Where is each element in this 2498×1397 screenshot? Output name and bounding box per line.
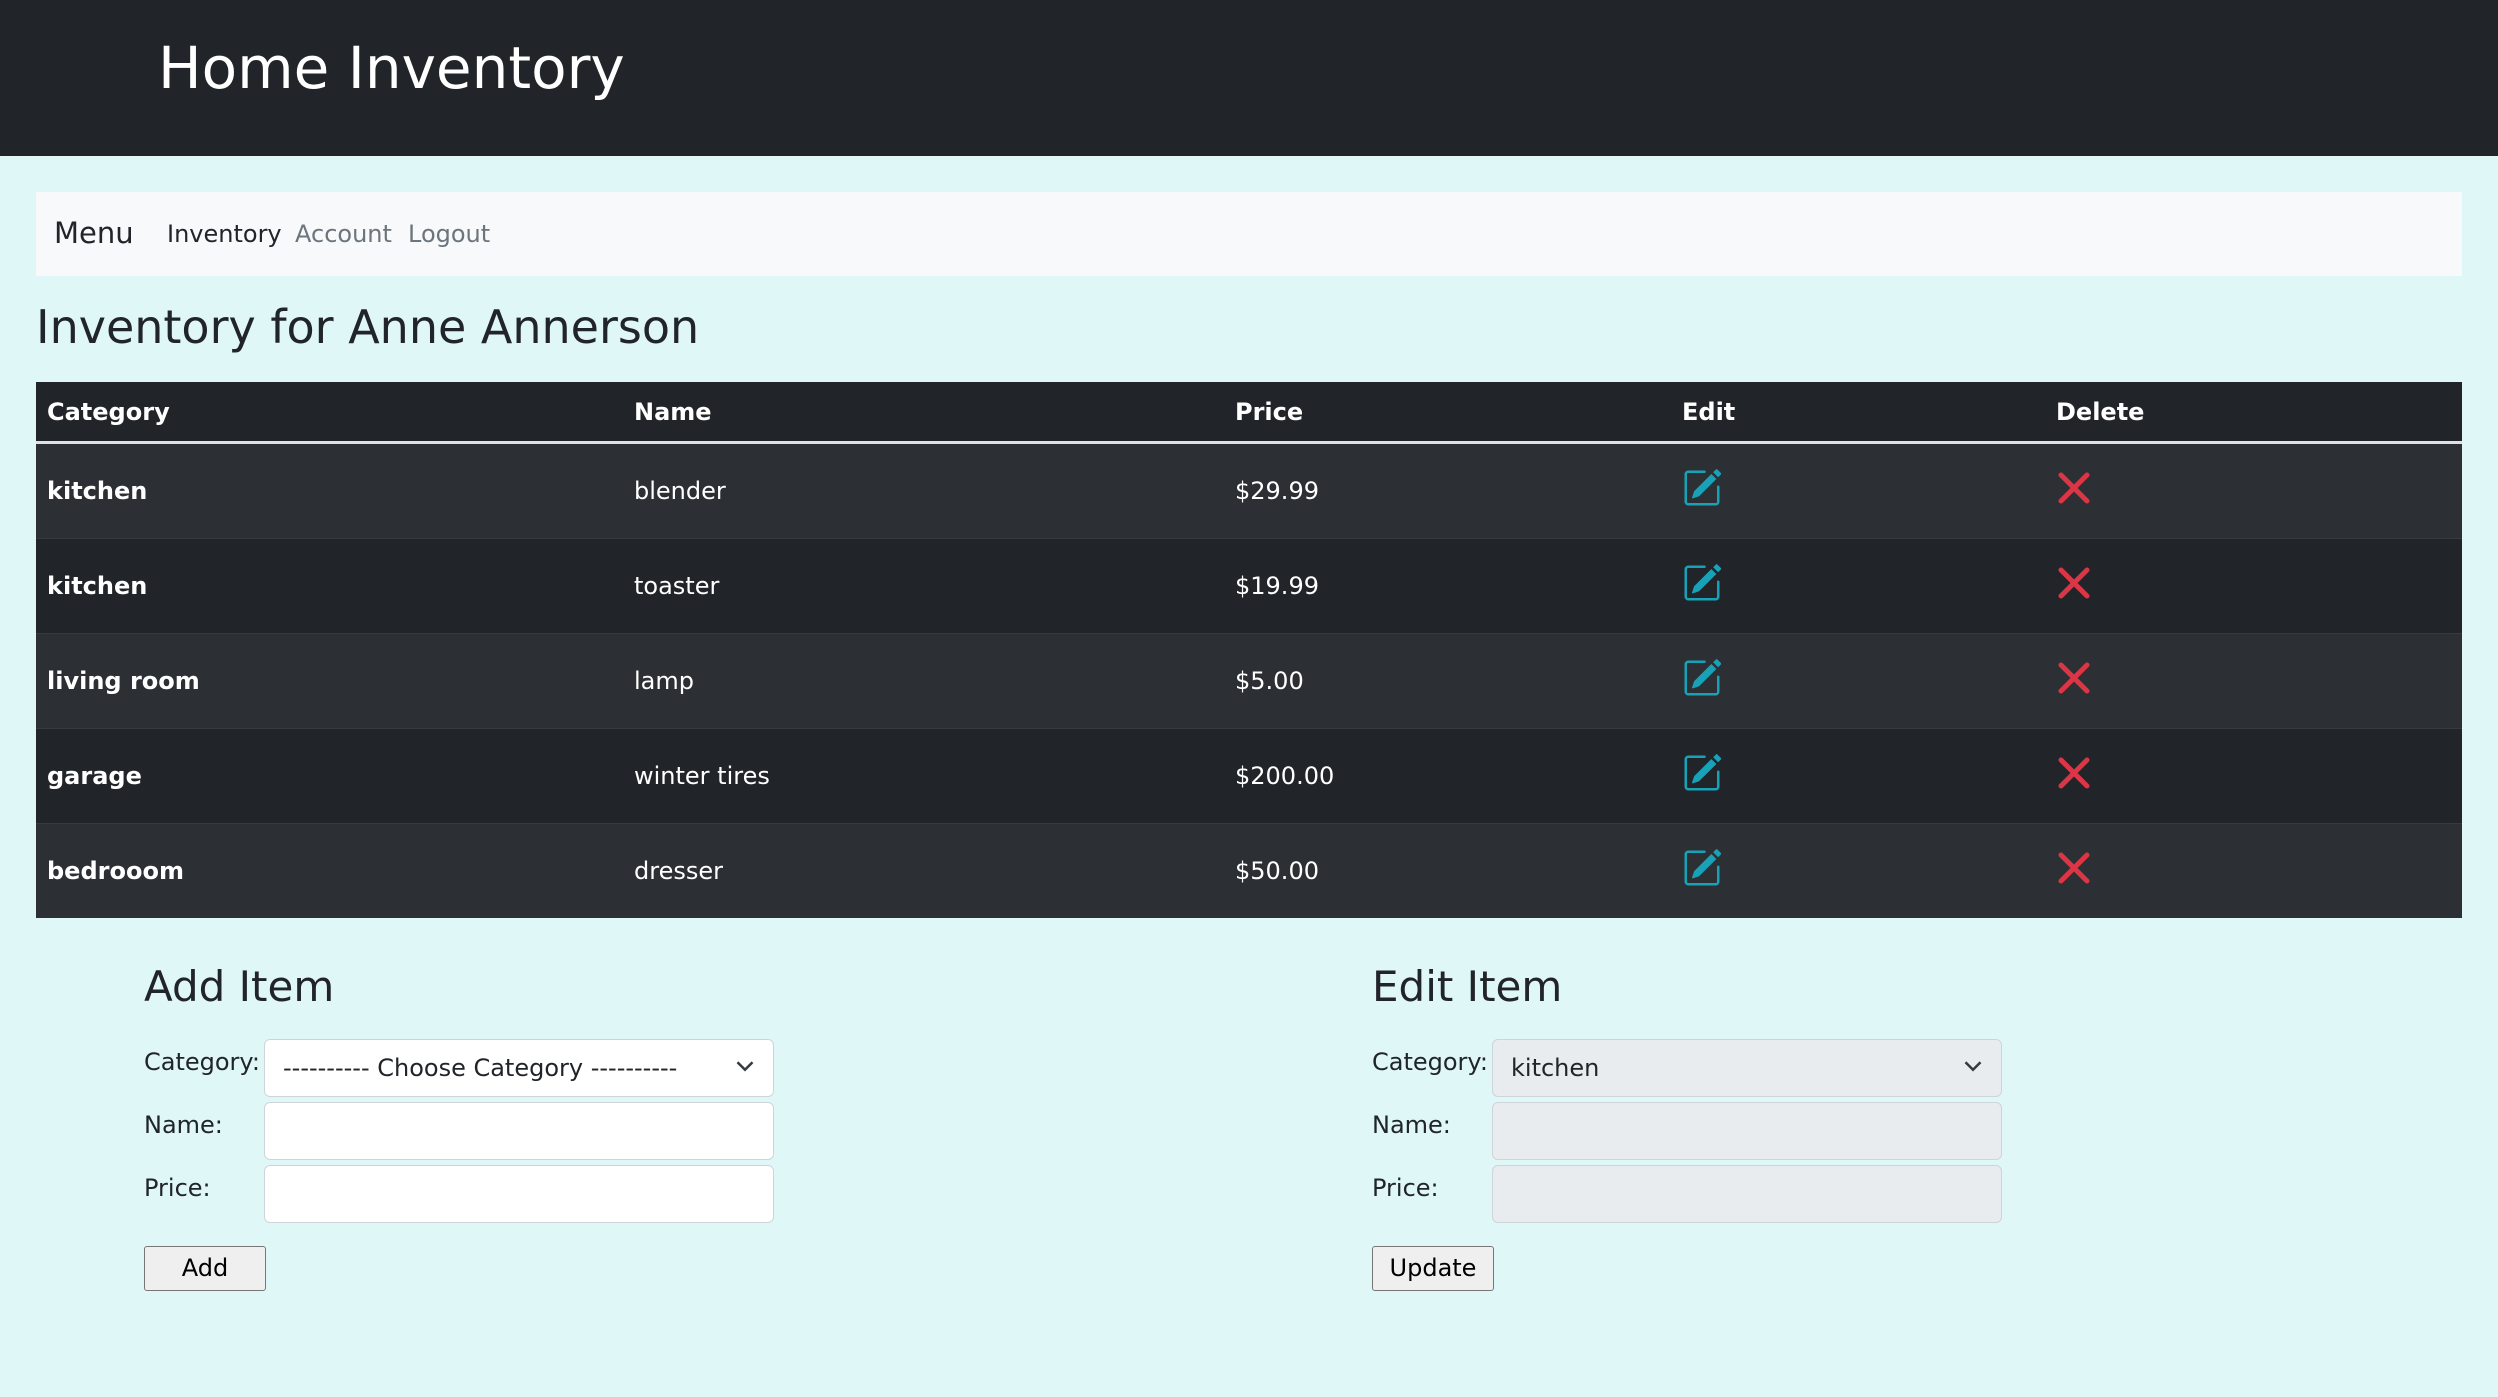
nav-link-logout[interactable]: Logout xyxy=(408,220,490,248)
column-header-name: Name xyxy=(623,382,1224,444)
cell-name: lamp xyxy=(623,633,1224,729)
page-title: Inventory for Anne Annerson xyxy=(36,300,700,354)
delete-x-icon[interactable] xyxy=(2056,470,2092,512)
edit-category-select[interactable]: kitchen xyxy=(1492,1039,2002,1097)
add-price-input[interactable] xyxy=(264,1165,774,1223)
edit-name-label: Name: xyxy=(1372,1111,1451,1139)
table-row: garage winter tires $200.00 xyxy=(36,728,2462,824)
delete-x-icon[interactable] xyxy=(2056,565,2092,607)
cell-price: $29.99 xyxy=(1224,442,1671,539)
table-row: bedrooom dresser $50.00 xyxy=(36,823,2462,918)
cell-edit xyxy=(1671,633,2045,729)
column-header-price: Price xyxy=(1224,382,1671,444)
edit-icon[interactable] xyxy=(1682,848,1722,894)
cell-price: $50.00 xyxy=(1224,823,1671,918)
add-category-value: ---------- Choose Category ---------- xyxy=(283,1054,678,1082)
nav-link-inventory[interactable]: Inventory xyxy=(167,220,282,248)
cell-edit xyxy=(1671,442,2045,539)
edit-name-input[interactable] xyxy=(1492,1102,2002,1160)
delete-x-icon[interactable] xyxy=(2056,850,2092,892)
add-name-label: Name: xyxy=(144,1111,223,1139)
cell-category: living room xyxy=(36,633,623,729)
cell-delete xyxy=(2045,823,2462,918)
cell-category: bedrooom xyxy=(36,823,623,918)
chevron-down-icon xyxy=(735,1054,755,1082)
edit-category-label: Category: xyxy=(1372,1048,1488,1076)
cell-category: kitchen xyxy=(36,442,623,539)
edit-icon[interactable] xyxy=(1682,468,1722,514)
nav-link-account[interactable]: Account xyxy=(295,220,392,248)
column-header-category: Category xyxy=(36,382,623,444)
cell-name: blender xyxy=(623,442,1224,539)
cell-price: $19.99 xyxy=(1224,538,1671,634)
app-title: Home Inventory xyxy=(158,34,625,102)
edit-icon[interactable] xyxy=(1682,563,1722,609)
edit-price-input[interactable] xyxy=(1492,1165,2002,1223)
cell-edit xyxy=(1671,823,2045,918)
cell-price: $5.00 xyxy=(1224,633,1671,729)
table-header-row: Category Name Price Edit Delete xyxy=(36,382,2462,444)
edit-icon[interactable] xyxy=(1682,658,1722,704)
chevron-down-icon xyxy=(1963,1054,1983,1082)
navbar: Menu Inventory Account Logout xyxy=(36,192,2462,276)
add-price-label: Price: xyxy=(144,1174,211,1202)
column-header-edit: Edit xyxy=(1671,382,2045,444)
app-header: Home Inventory xyxy=(0,0,2498,156)
navbar-brand[interactable]: Menu xyxy=(54,216,134,250)
add-category-select[interactable]: ---------- Choose Category ---------- xyxy=(264,1039,774,1097)
update-button[interactable]: Update xyxy=(1372,1246,1494,1291)
add-button[interactable]: Add xyxy=(144,1246,266,1291)
cell-name: dresser xyxy=(623,823,1224,918)
cell-edit xyxy=(1671,728,2045,824)
cell-edit xyxy=(1671,538,2045,634)
cell-delete xyxy=(2045,633,2462,729)
cell-delete xyxy=(2045,538,2462,634)
column-header-delete: Delete xyxy=(2045,382,2462,444)
inventory-table: Category Name Price Edit Delete kitchen … xyxy=(36,382,2462,918)
table-row: kitchen toaster $19.99 xyxy=(36,538,2462,634)
add-name-input[interactable] xyxy=(264,1102,774,1160)
table-row: living room lamp $5.00 xyxy=(36,633,2462,729)
edit-price-label: Price: xyxy=(1372,1174,1439,1202)
table-row: kitchen blender $29.99 xyxy=(36,442,2462,539)
cell-category: garage xyxy=(36,728,623,824)
delete-x-icon[interactable] xyxy=(2056,755,2092,797)
add-category-label: Category: xyxy=(144,1048,260,1076)
cell-category: kitchen xyxy=(36,538,623,634)
cell-delete xyxy=(2045,442,2462,539)
cell-name: toaster xyxy=(623,538,1224,634)
edit-category-value: kitchen xyxy=(1511,1054,1600,1082)
edit-icon[interactable] xyxy=(1682,753,1722,799)
cell-delete xyxy=(2045,728,2462,824)
edit-item-title: Edit Item xyxy=(1372,962,1563,1011)
cell-price: $200.00 xyxy=(1224,728,1671,824)
cell-name: winter tires xyxy=(623,728,1224,824)
delete-x-icon[interactable] xyxy=(2056,660,2092,702)
add-item-title: Add Item xyxy=(144,962,335,1011)
